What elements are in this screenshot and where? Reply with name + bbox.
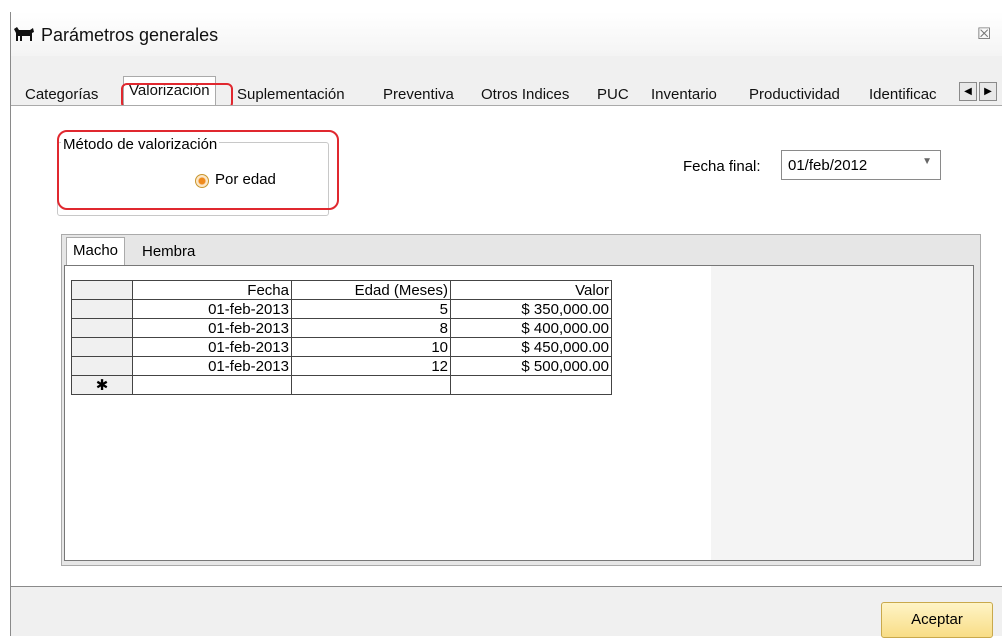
row-selector[interactable] [71,337,133,357]
metodo-legend: Método de valorización [61,136,220,153]
table-row[interactable]: 01-feb-2013 8 $ 400,000.00 [71,318,612,338]
valor-grid-area: Fecha Edad (Meses) Valor 01-feb-2013 5 $… [64,265,974,561]
tab-bar: Categorías Valorización Suplementación P… [11,76,1002,109]
tab-identificacion[interactable]: Identificac [869,86,961,103]
row-selector[interactable] [71,318,133,338]
tab-inventario[interactable]: Inventario [651,86,717,103]
tab-otros-indices[interactable]: Otros Indices [481,86,569,103]
por-edad-label[interactable]: Por edad [215,171,276,188]
cell-edad[interactable]: 5 [291,299,451,319]
cell-fecha[interactable]: 01-feb-2013 [132,299,292,319]
cell-edad[interactable]: 10 [291,337,451,357]
fecha-final-label: Fecha final: [683,158,761,175]
fecha-final-value: 01/feb/2012 [788,157,868,174]
tab-puc[interactable]: PUC [597,86,629,103]
table-row[interactable]: 01-feb-2013 12 $ 500,000.00 [71,356,612,376]
col-header-edad[interactable]: Edad (Meses) [291,280,451,300]
window-title: Parámetros generales [41,25,219,45]
tab-suplementacion[interactable]: Suplementación [237,86,345,103]
cell-valor[interactable]: $ 450,000.00 [450,337,612,357]
chevron-down-icon[interactable]: ▼ [922,156,932,167]
tab-preventiva[interactable]: Preventiva [383,86,454,103]
table-row[interactable]: 01-feb-2013 10 $ 450,000.00 [71,337,612,357]
grid-header-row: Fecha Edad (Meses) Valor [71,280,612,300]
new-cell-valor[interactable] [450,375,612,395]
cell-edad[interactable]: 12 [291,356,451,376]
parametros-window: Parámetros generales ☒ Categorías Valori… [10,12,1002,638]
col-header-valor[interactable]: Valor [450,280,612,300]
new-row[interactable]: ✱ [71,375,612,395]
close-icon[interactable]: ☒ [977,24,997,44]
row-selector[interactable] [71,299,133,319]
cell-fecha[interactable]: 01-feb-2013 [132,318,292,338]
tab-valorizacion[interactable]: Valorización [121,76,233,109]
valor-grid: Fecha Edad (Meses) Valor 01-feb-2013 5 $… [71,280,612,395]
cell-valor[interactable]: $ 400,000.00 [450,318,612,338]
cow-icon [14,27,34,41]
cell-edad[interactable]: 8 [291,318,451,338]
aceptar-button[interactable]: Aceptar [881,602,993,638]
cell-valor[interactable]: $ 500,000.00 [450,356,612,376]
tab-scroll: ◀ ▶ [959,82,997,101]
tab-scroll-left-icon[interactable]: ◀ [959,82,977,101]
row-selector-header [71,280,133,300]
new-cell-edad[interactable] [291,375,451,395]
tab-productividad[interactable]: Productividad [749,86,840,103]
subtab-hembra[interactable]: Hembra [142,243,195,260]
subtab-macho[interactable]: Macho [66,237,126,265]
fecha-final-picker[interactable]: 01/feb/2012 ▼ [781,150,941,180]
title-bar: Parámetros generales ☒ [11,12,1002,56]
grid-empty-area [711,266,973,560]
tab-scroll-right-icon[interactable]: ▶ [979,82,997,101]
cell-fecha[interactable]: 01-feb-2013 [132,356,292,376]
sexo-tabs: Macho Hembra Fecha Edad (Meses) Valor 01… [61,234,981,566]
por-edad-radio[interactable] [195,174,209,188]
row-selector[interactable] [71,356,133,376]
cell-valor[interactable]: $ 350,000.00 [450,299,612,319]
cell-fecha[interactable]: 01-feb-2013 [132,337,292,357]
new-row-marker-icon[interactable]: ✱ [71,375,133,395]
col-header-fecha[interactable]: Fecha [132,280,292,300]
tab-categorias[interactable]: Categorías [25,86,98,103]
table-row[interactable]: 01-feb-2013 5 $ 350,000.00 [71,299,612,319]
new-cell-fecha[interactable] [132,375,292,395]
valorizacion-panel: Método de valorización Por edad Fecha fi… [11,105,1002,587]
